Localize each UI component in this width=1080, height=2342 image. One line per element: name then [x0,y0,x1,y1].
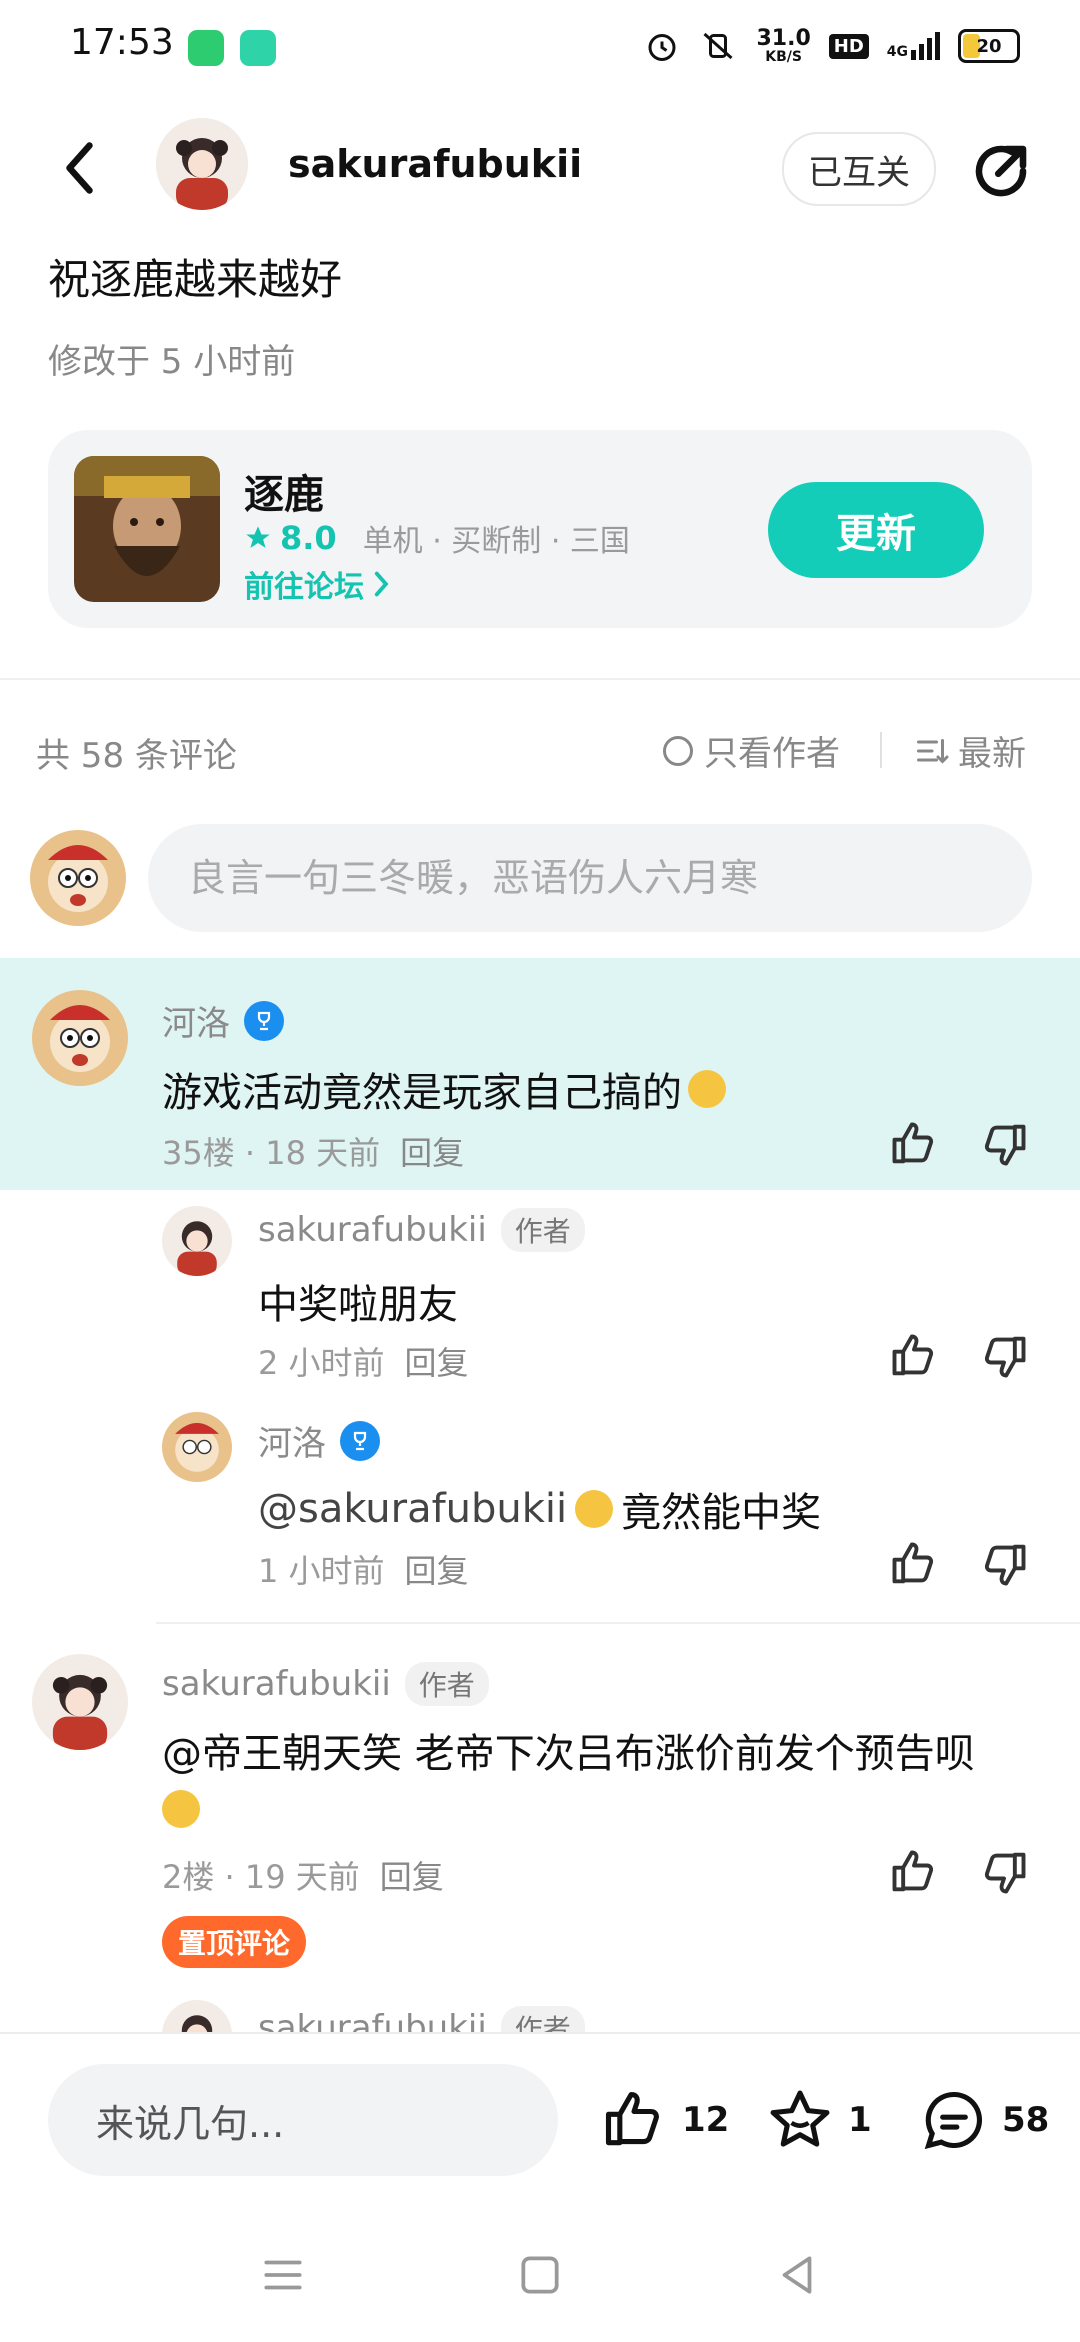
post-meta: 修改于 5 小时前 [48,342,296,382]
comment-icon [924,2091,983,2150]
home-nav-icon[interactable] [515,2250,565,2300]
reply-button[interactable]: 回复 [405,1546,469,1592]
sort-icon [917,738,949,764]
commenter-avatar[interactable] [32,990,128,1086]
share-icon[interactable] [968,138,1034,204]
update-button[interactable]: 更新 [768,482,984,578]
separator [880,732,882,768]
comment-text: 游戏活动竟然是玩家自己搞的 [162,1060,726,1118]
reply-avatar[interactable] [162,1412,232,1482]
laughing-emoji-icon [575,1490,614,1528]
author-name[interactable]: sakurafubukii [288,142,582,186]
comment-username[interactable]: sakurafubukii 作者 [162,1662,489,1706]
comment-action[interactable]: 58 [920,2086,1049,2154]
favorite-action[interactable]: 1 [766,2086,872,2154]
dislike-icon[interactable] [978,1118,1030,1170]
chevron-right-icon [374,571,389,597]
game-icon[interactable] [74,456,220,602]
commenter-avatar[interactable] [32,1654,128,1750]
trophy-badge-icon [340,1420,380,1461]
dislike-icon[interactable] [978,1846,1030,1898]
smile-emoji-icon [162,1790,200,1828]
comment-text: @帝王朝天笑 老帝下次吕布涨价前发个预告呗 [162,1726,1022,1843]
network-speed: 31.0 KB/S [756,26,811,65]
comment-username[interactable]: 河洛 [162,996,284,1045]
hd-badge: HD [828,33,869,59]
like-icon[interactable] [888,1118,940,1170]
comment-input-field[interactable] [148,824,1032,932]
signal-icon: 4G [887,32,940,60]
reply-text: 中奖啦朋友 [258,1282,458,1328]
reply-button[interactable]: 回复 [380,1852,444,1898]
status-time: 17:53 [70,22,174,63]
like-icon[interactable] [888,1538,940,1590]
vibrate-mute-icon [703,32,733,60]
message-app-icon [240,30,276,66]
divider [0,678,1080,680]
reply-avatar[interactable] [162,1206,232,1276]
dislike-icon[interactable] [978,1330,1030,1382]
follow-button[interactable]: 已互关 [782,132,936,206]
reply-username[interactable]: sakurafubukii 作者 [258,1208,585,1252]
reply-meta: 1 小时前 回复 [258,1546,469,1592]
reply-meta: 2 小时前 回复 [258,1338,469,1384]
battery-icon: 20 [958,29,1020,63]
status-right: 31.0 KB/S HD 4G 20 [644,28,1020,64]
say-something-input[interactable]: 来说几句... [48,2064,558,2176]
comment-meta: 2楼 · 19 天前 回复 [162,1852,444,1898]
like-icon [605,2091,659,2146]
reply-username[interactable]: 河洛 [258,1416,380,1465]
comment-input[interactable] [148,824,1032,932]
back-nav-icon[interactable] [772,2250,822,2300]
author-badge: 作者 [404,1662,489,1706]
comment-count: 共 58 条评论 [36,736,237,776]
like-icon[interactable] [888,1330,940,1382]
post-title: 祝逐鹿越来越好 [48,255,343,304]
divider [156,1622,1080,1624]
pinned-badge: 置顶评论 [162,1916,307,1968]
author-avatar[interactable] [156,118,248,210]
like-action[interactable]: 12 [600,2086,729,2154]
star-icon [770,2090,830,2147]
reply-button[interactable]: 回复 [405,1338,469,1384]
reply-button[interactable]: 回复 [400,1128,464,1174]
game-name[interactable]: 逐鹿 [244,462,324,520]
game-rating-row: 8.0 单机 · 买断制 · 三国 [244,516,630,560]
thinking-emoji-icon [688,1070,726,1108]
dislike-icon[interactable] [978,1538,1030,1590]
alarm-icon [648,34,676,61]
back-arrow-icon[interactable] [52,138,112,198]
menu-nav-icon[interactable] [258,2250,308,2300]
only-author-toggle[interactable]: 只看作者 [660,726,840,775]
battery-app-icon [188,30,224,66]
forum-link[interactable]: 前往论坛 [244,562,392,606]
comment-meta: 35楼 · 18 天前 回复 [162,1128,464,1174]
status-bar: 17:53 31.0 KB/S HD 4G 20 [0,0,1080,96]
game-tags: 单机 · 买断制 · 三国 [362,524,630,559]
trophy-badge-icon [244,1000,284,1041]
my-avatar [30,830,126,926]
star-icon [246,526,270,548]
radio-circle-icon [663,735,693,766]
like-icon[interactable] [888,1846,940,1898]
game-rating: 8.0 [280,519,337,557]
sort-toggle[interactable]: 最新 [914,726,1026,775]
reply-text: @sakurafubukii 竟然能中奖 [258,1486,822,1536]
author-badge: 作者 [500,1208,585,1252]
